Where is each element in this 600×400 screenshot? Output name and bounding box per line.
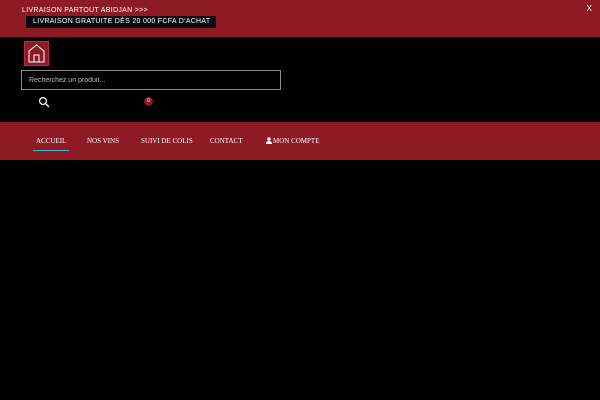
main-navigation: ACCUEIL NOS VINS SUIVI DE COLIS CONTACT … [0, 122, 600, 160]
nav-item-mon-compte-label: MON COMPTE [273, 137, 320, 145]
nav-item-nos-vins[interactable]: NOS VINS [87, 137, 119, 145]
user-icon [266, 137, 272, 144]
announcement-line-1[interactable]: LIVRAISON PARTOUT ABIDJAN >>> [22, 7, 148, 14]
announcement-bar: LIVRAISON PARTOUT ABIDJAN >>> LIVRAISON … [0, 0, 600, 37]
house-icon [28, 44, 45, 63]
search-button[interactable] [38, 95, 50, 108]
search-icon [38, 96, 50, 108]
nav-item-contact[interactable]: CONTACT [210, 137, 243, 145]
search-input[interactable] [21, 70, 281, 90]
close-announcement-button[interactable]: X [587, 4, 592, 13]
site-logo[interactable] [24, 41, 49, 66]
cart-count-badge[interactable]: 0 [144, 97, 153, 106]
nav-item-suivi-de-colis[interactable]: SUIVI DE COLIS [141, 137, 193, 145]
announcement-line-2: LIVRAISON GRATUITE DÈS 20 000 FCFA D'ACH… [26, 16, 217, 28]
nav-item-accueil[interactable]: ACCUEIL [32, 137, 70, 151]
nav-item-mon-compte[interactable]: MON COMPTE [266, 137, 319, 145]
